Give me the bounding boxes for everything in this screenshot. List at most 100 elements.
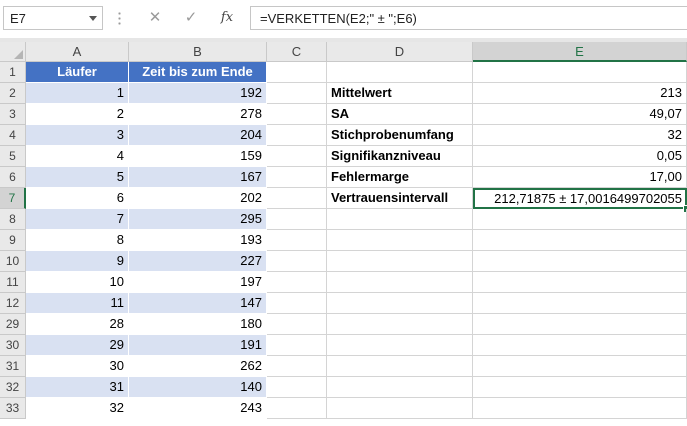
cell-e1[interactable]: [473, 62, 687, 83]
cell-d30[interactable]: [327, 335, 473, 356]
runner-cell[interactable]: 7: [26, 209, 129, 230]
stat-value[interactable]: 17,00: [473, 167, 687, 188]
time-cell[interactable]: 167: [129, 167, 267, 188]
cell-c31[interactable]: [267, 356, 327, 377]
row-header-31[interactable]: 31: [0, 356, 26, 377]
time-cell[interactable]: 191: [129, 335, 267, 356]
active-cell-e7[interactable]: 212,71875 ± 17,0016499702055: [473, 188, 687, 209]
runner-cell[interactable]: 9: [26, 251, 129, 272]
row-header-3[interactable]: 3: [0, 104, 26, 125]
cell-e8[interactable]: [473, 209, 687, 230]
row-header-7[interactable]: 7: [0, 188, 26, 209]
name-box[interactable]: E7: [3, 6, 103, 30]
cell-e32[interactable]: [473, 377, 687, 398]
enter-icon[interactable]: ✓: [180, 8, 202, 28]
runner-cell[interactable]: 11: [26, 293, 129, 314]
runner-cell[interactable]: 8: [26, 230, 129, 251]
cell-c11[interactable]: [267, 272, 327, 293]
cell-c5[interactable]: [267, 146, 327, 167]
row-header-10[interactable]: 10: [0, 251, 26, 272]
select-all-button[interactable]: [0, 42, 26, 62]
time-cell[interactable]: 193: [129, 230, 267, 251]
stat-label[interactable]: Stichprobenumfang: [327, 125, 473, 146]
row-header-33[interactable]: 33: [0, 398, 26, 419]
cell-d9[interactable]: [327, 230, 473, 251]
cell-c8[interactable]: [267, 209, 327, 230]
cell-c9[interactable]: [267, 230, 327, 251]
cell-c1[interactable]: [267, 62, 327, 83]
row-header-32[interactable]: 32: [0, 377, 26, 398]
row-header-8[interactable]: 8: [0, 209, 26, 230]
runner-cell[interactable]: 6: [26, 188, 129, 209]
cell-e12[interactable]: [473, 293, 687, 314]
cell-c10[interactable]: [267, 251, 327, 272]
cell-d31[interactable]: [327, 356, 473, 377]
cell-e9[interactable]: [473, 230, 687, 251]
row-header-12[interactable]: 12: [0, 293, 26, 314]
time-cell[interactable]: 197: [129, 272, 267, 293]
cell-c7[interactable]: [267, 188, 327, 209]
cell-c30[interactable]: [267, 335, 327, 356]
stat-value[interactable]: 32: [473, 125, 687, 146]
row-header-5[interactable]: 5: [0, 146, 26, 167]
stat-label[interactable]: Mittelwert: [327, 83, 473, 104]
runner-cell[interactable]: 3: [26, 125, 129, 146]
column-header-d[interactable]: D: [327, 42, 473, 62]
runner-cell[interactable]: 30: [26, 356, 129, 377]
cell-d10[interactable]: [327, 251, 473, 272]
time-cell[interactable]: 243: [129, 398, 267, 419]
stat-value[interactable]: 213: [473, 83, 687, 104]
cell-e33[interactable]: [473, 398, 687, 419]
cell-e11[interactable]: [473, 272, 687, 293]
stat-label[interactable]: Vertrauensintervall: [327, 188, 473, 209]
row-header-6[interactable]: 6: [0, 167, 26, 188]
time-cell[interactable]: 262: [129, 356, 267, 377]
time-cell[interactable]: 204: [129, 125, 267, 146]
stat-value[interactable]: 49,07: [473, 104, 687, 125]
cell-e29[interactable]: [473, 314, 687, 335]
row-header-30[interactable]: 30: [0, 335, 26, 356]
cell-d32[interactable]: [327, 377, 473, 398]
column-header-a[interactable]: A: [26, 42, 129, 62]
cell-d11[interactable]: [327, 272, 473, 293]
runner-cell[interactable]: 4: [26, 146, 129, 167]
runner-cell[interactable]: 5: [26, 167, 129, 188]
cell-d12[interactable]: [327, 293, 473, 314]
cell-c3[interactable]: [267, 104, 327, 125]
time-cell[interactable]: 227: [129, 251, 267, 272]
time-cell[interactable]: 147: [129, 293, 267, 314]
stat-value[interactable]: 0,05: [473, 146, 687, 167]
stat-label[interactable]: Signifikanzniveau: [327, 146, 473, 167]
chevron-down-icon[interactable]: [89, 16, 97, 21]
cell-c6[interactable]: [267, 167, 327, 188]
cell-c32[interactable]: [267, 377, 327, 398]
time-cell[interactable]: 295: [129, 209, 267, 230]
table-header-laeufer[interactable]: Läufer: [26, 62, 129, 83]
insert-function-icon[interactable]: fx: [216, 8, 238, 28]
runner-cell[interactable]: 10: [26, 272, 129, 293]
runner-cell[interactable]: 1: [26, 83, 129, 104]
runner-cell[interactable]: 28: [26, 314, 129, 335]
column-header-e[interactable]: E: [473, 42, 687, 62]
cell-e31[interactable]: [473, 356, 687, 377]
time-cell[interactable]: 180: [129, 314, 267, 335]
row-header-11[interactable]: 11: [0, 272, 26, 293]
formula-input[interactable]: =VERKETTEN(E2;" ± ";E6): [250, 6, 687, 30]
column-header-b[interactable]: B: [129, 42, 267, 62]
cell-c12[interactable]: [267, 293, 327, 314]
column-header-c[interactable]: C: [267, 42, 327, 62]
cell-e30[interactable]: [473, 335, 687, 356]
row-header-29[interactable]: 29: [0, 314, 26, 335]
row-header-4[interactable]: 4: [0, 125, 26, 146]
time-cell[interactable]: 159: [129, 146, 267, 167]
runner-cell[interactable]: 32: [26, 398, 129, 419]
drag-handle-icon[interactable]: [118, 11, 121, 25]
runner-cell[interactable]: 2: [26, 104, 129, 125]
time-cell[interactable]: 278: [129, 104, 267, 125]
time-cell[interactable]: 202: [129, 188, 267, 209]
runner-cell[interactable]: 31: [26, 377, 129, 398]
cell-d33[interactable]: [327, 398, 473, 419]
runner-cell[interactable]: 29: [26, 335, 129, 356]
stat-label[interactable]: SA: [327, 104, 473, 125]
table-header-zeit[interactable]: Zeit bis zum Ende: [129, 62, 267, 83]
